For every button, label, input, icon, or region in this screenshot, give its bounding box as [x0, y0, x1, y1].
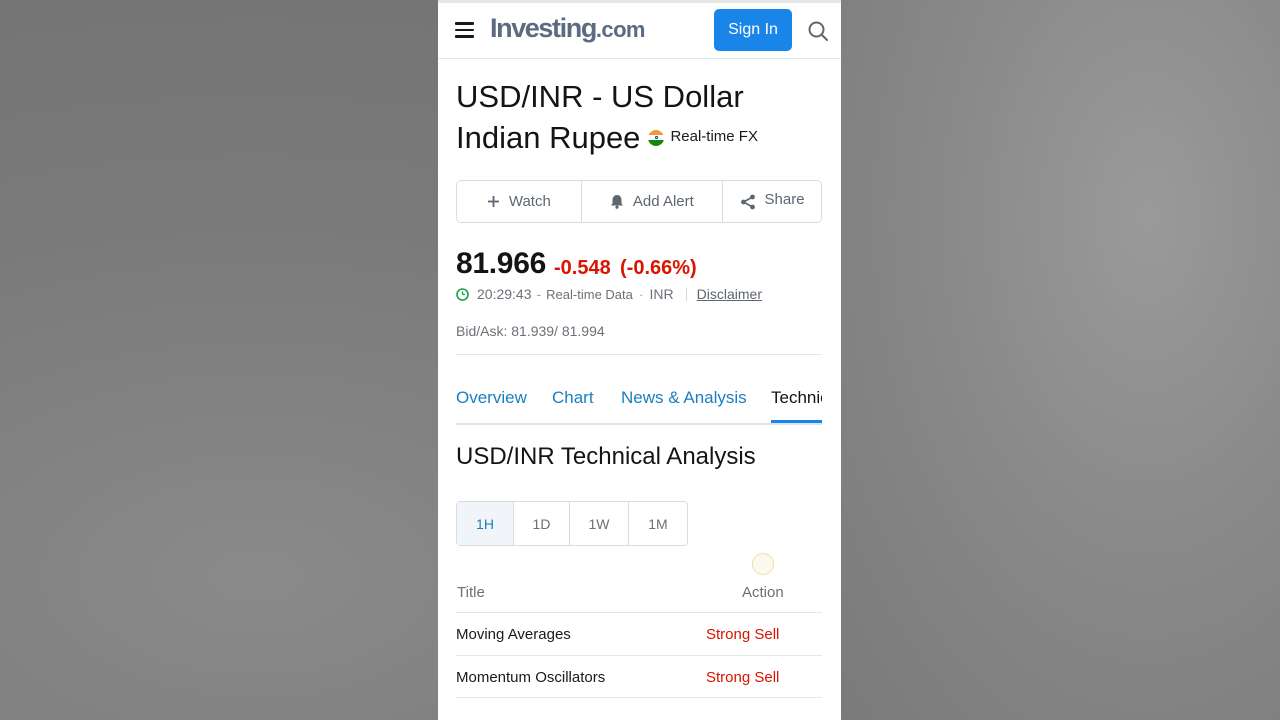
price-change: -0.548 — [554, 257, 611, 279]
quote-meta: 20:29:43 - Real-time Data · INR Disclaim… — [456, 286, 762, 302]
price-change-percent: (-0.66%) — [620, 257, 697, 279]
bell-icon — [610, 195, 623, 209]
row-title-momentum-oscillators: Momentum Oscillators — [456, 669, 606, 686]
tab-technical[interactable]: Technical — [771, 388, 822, 408]
period-1w[interactable]: 1W — [570, 502, 629, 545]
period-selector: 1H 1D 1W 1M — [456, 501, 688, 546]
row-title-moving-averages: Moving Averages — [456, 626, 571, 643]
section-tabs: Overview Chart News & Analysis Technical — [456, 378, 822, 425]
meta-dot: · — [638, 286, 644, 302]
site-header: Investing.com Sign In — [438, 4, 841, 59]
sign-in-button[interactable]: Sign In — [714, 9, 792, 51]
action-bar: Watch Add Alert Share — [456, 180, 822, 223]
last-price: 81.966 — [456, 247, 546, 280]
disclaimer-link[interactable]: Disclaimer — [697, 286, 762, 302]
column-title: Title — [457, 584, 485, 601]
row-action-momentum-oscillators: Strong Sell — [706, 669, 780, 686]
share-label: Share — [764, 191, 805, 208]
background-right — [841, 0, 1280, 720]
period-1h[interactable]: 1H — [457, 502, 514, 545]
title-line-2: Indian Rupee — [456, 120, 641, 155]
active-tab-indicator — [771, 420, 822, 423]
divider — [456, 354, 822, 355]
row-action-moving-averages: Strong Sell — [706, 626, 780, 643]
column-action: Action — [742, 584, 784, 601]
period-1d[interactable]: 1D — [514, 502, 570, 545]
plus-icon — [487, 196, 499, 207]
market-label: Real-time FX — [670, 128, 758, 146]
data-type: Real-time Data — [546, 286, 633, 302]
row-divider — [456, 697, 822, 698]
logo-main: Investing — [490, 13, 597, 43]
instrument-title: USD/INR - US Dollar Indian Rupee Real-tim… — [456, 76, 826, 160]
touch-indicator — [752, 553, 774, 575]
search-icon[interactable] — [807, 20, 829, 42]
row-divider — [456, 655, 822, 656]
quote-currency: INR — [649, 286, 674, 302]
period-1m[interactable]: 1M — [629, 502, 687, 545]
meta-separator: - — [536, 286, 542, 302]
watch-label: Watch — [508, 193, 551, 210]
row-divider — [456, 612, 822, 613]
mobile-page: Investing.com Sign In USD/INR - US Dolla… — [438, 0, 841, 720]
watch-button[interactable]: Watch — [457, 181, 582, 222]
status-divider — [438, 0, 841, 3]
site-logo[interactable]: Investing.com — [490, 13, 645, 44]
logo-suffix: .com — [595, 17, 646, 42]
clock-icon — [456, 287, 469, 301]
bid-ask: Bid/Ask: 81.939/ 81.994 — [456, 323, 605, 339]
share-icon — [740, 194, 755, 209]
share-button[interactable]: Share — [723, 181, 821, 222]
technical-analysis-title: USD/INR Technical Analysis — [456, 443, 756, 470]
quote-time: 20:29:43 — [477, 286, 532, 302]
add-alert-button[interactable]: Add Alert — [582, 181, 724, 222]
title-line-1: USD/INR - US Dollar — [456, 79, 744, 114]
india-flag-icon — [648, 129, 665, 146]
tab-news-analysis[interactable]: News & Analysis — [621, 388, 747, 408]
tab-overview[interactable]: Overview — [456, 388, 527, 408]
menu-icon[interactable] — [455, 22, 474, 38]
tab-chart[interactable]: Chart — [552, 388, 594, 408]
add-alert-label: Add Alert — [632, 193, 694, 210]
meta-divider — [685, 287, 687, 301]
title-line-2-wrap: Indian Rupee Real-time FX — [456, 117, 826, 160]
